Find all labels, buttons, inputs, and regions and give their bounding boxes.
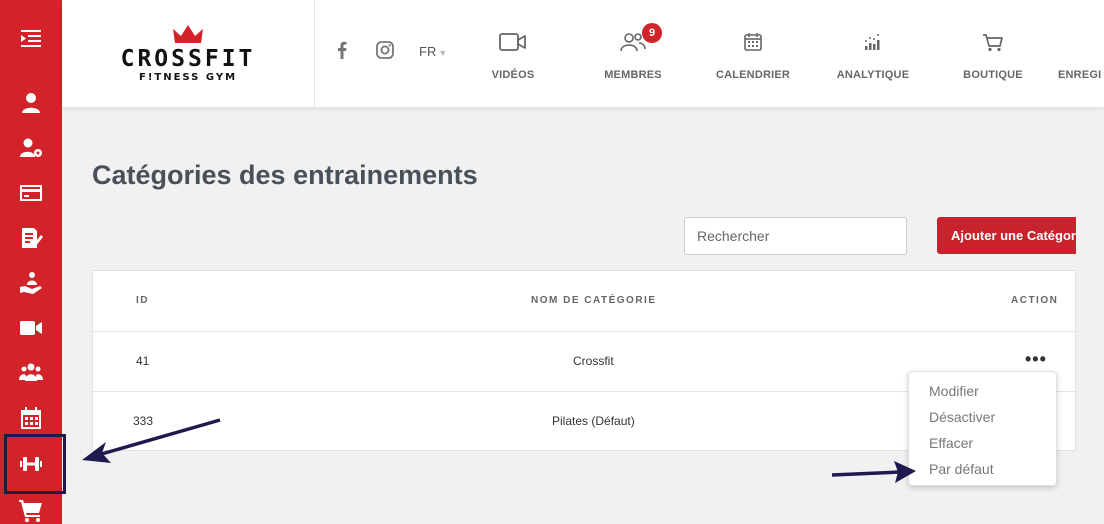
column-header-name: NOM DE CATÉGORIE (531, 295, 657, 306)
nav-label: VIDÉOS (491, 69, 535, 81)
nav-register[interactable]: ENREGI (1058, 28, 1104, 81)
calendar-icon (744, 33, 762, 51)
annotation-highlight-box (4, 434, 66, 494)
credit-card-icon (20, 185, 42, 201)
search-input[interactable] (684, 217, 907, 255)
sidebar-item-forms[interactable] (0, 218, 62, 258)
nav-analytics[interactable]: ANALYTIQUE (818, 28, 928, 81)
facebook-link[interactable] (332, 40, 352, 65)
language-value: FR (419, 44, 437, 59)
nav-label: ANALYTIQUE (836, 69, 910, 81)
nav-label: ENREGI (1058, 69, 1102, 81)
nav-shop[interactable]: BOUTIQUE (938, 28, 1048, 81)
menu-item-set-default[interactable]: Par défaut (929, 461, 994, 477)
facebook-icon (338, 41, 347, 59)
row-actions-button[interactable]: ••• (1025, 350, 1047, 368)
column-header-id: ID (136, 295, 149, 306)
cart-icon (983, 34, 1003, 52)
menu-item-deactivate[interactable]: Désactiver (929, 409, 995, 425)
nav-label: MEMBRES (604, 69, 662, 81)
video-camera-icon (20, 321, 42, 335)
sidebar-item-user-settings[interactable] (0, 128, 62, 168)
nav-label: BOUTIQUE (963, 69, 1023, 81)
page-title: Catégories des entrainements (92, 160, 478, 190)
sidebar-item-calendar[interactable] (0, 398, 62, 438)
menu-toggle-icon (21, 30, 41, 47)
sidebar-item-profile[interactable] (0, 83, 62, 123)
nav-label: CALENDRIER (715, 69, 791, 81)
user-settings-icon (20, 138, 42, 157)
instagram-link[interactable] (375, 40, 395, 65)
brand-logo[interactable]: CROSSFIT F!TNESS GYM (62, 0, 315, 107)
menu-item-modify[interactable]: Modifier (929, 383, 979, 399)
row-category-name: Pilates (Défaut) (552, 414, 635, 428)
instagram-icon (376, 41, 394, 59)
user-icon (22, 93, 40, 113)
group-icon (19, 363, 43, 381)
top-header: CROSSFIT F!TNESS GYM FR ▼ VIDÉOS 9 MEMBRE… (62, 0, 1104, 107)
add-category-button[interactable]: Ajouter une Catégorie (937, 217, 1076, 254)
row-id: 41 (136, 354, 150, 368)
row-action-menu: Modifier Désactiver Effacer Par défaut (908, 371, 1057, 486)
language-selector[interactable]: FR ▼ (419, 44, 447, 59)
brand-name: CROSSFIT (120, 45, 256, 72)
video-icon (499, 33, 526, 51)
hand-user-icon (20, 272, 42, 294)
brand-tagline: F!TNESS GYM (138, 71, 238, 83)
nav-calendar[interactable]: CALENDRIER (698, 28, 808, 81)
sidebar-item-payments[interactable] (0, 173, 62, 213)
nav-videos[interactable]: VIDÉOS (458, 28, 568, 81)
row-category-name: Crossfit (573, 354, 614, 368)
nav-members[interactable]: 9 MEMBRES (578, 23, 688, 81)
sidebar-item-shop[interactable] (0, 490, 62, 524)
calendar-icon (21, 407, 41, 429)
menu-item-delete[interactable]: Effacer (929, 435, 973, 451)
analytics-icon (865, 34, 880, 50)
more-horizontal-icon: ••• (1025, 349, 1047, 369)
shopping-cart-icon (19, 500, 42, 522)
caret-down-icon: ▼ (438, 48, 448, 58)
menu-toggle-button[interactable] (0, 18, 62, 58)
crown-icon (173, 24, 203, 43)
column-header-action: ACTION (1011, 295, 1059, 306)
edit-document-icon (22, 228, 43, 248)
sidebar-item-videos[interactable] (0, 308, 62, 348)
sidebar-item-coaching[interactable] (0, 263, 62, 303)
annotation-arrow-left (82, 418, 221, 463)
sidebar-item-members[interactable] (0, 353, 62, 393)
members-count-badge: 9 (642, 23, 662, 43)
annotation-arrow-right (831, 461, 916, 483)
